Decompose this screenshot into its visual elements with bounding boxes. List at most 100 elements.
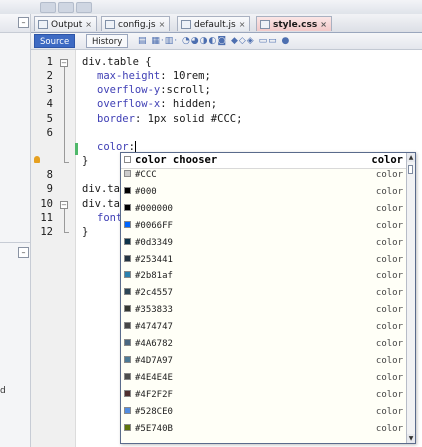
completion-item-type: color bbox=[375, 339, 403, 349]
panel-divider bbox=[0, 242, 30, 243]
completion-item-name: #528CE0 bbox=[135, 406, 173, 417]
scroll-down-arrow-icon[interactable]: ▼ bbox=[407, 434, 415, 443]
history-view-button[interactable]: History bbox=[86, 34, 129, 48]
code-line: border: 1px solid #CCC; bbox=[97, 113, 242, 125]
code-line: overflow-y:scroll; bbox=[97, 84, 211, 96]
color-chooser-icon bbox=[124, 156, 131, 163]
fold-guide-end bbox=[64, 232, 69, 233]
line-number: 10 bbox=[40, 198, 53, 210]
color-swatch-icon bbox=[124, 288, 131, 296]
completion-item[interactable]: #474747 color bbox=[121, 320, 407, 334]
completion-item[interactable]: #000000 color bbox=[121, 202, 407, 216]
color-swatch-icon bbox=[124, 271, 131, 279]
tab-default-js[interactable]: default.js × bbox=[177, 16, 251, 31]
scrollbar-thumb[interactable] bbox=[408, 165, 413, 174]
completion-item-color-chooser[interactable]: color chooser color bbox=[121, 153, 407, 169]
changed-line-marker bbox=[75, 143, 78, 155]
completion-item[interactable]: #2c4557 color bbox=[121, 286, 407, 300]
completion-item[interactable]: #0d3349 color bbox=[121, 236, 407, 250]
code-line: max-height: 10rem; bbox=[97, 70, 211, 82]
tab-style-css[interactable]: style.css × bbox=[256, 16, 332, 31]
line-number: 2 bbox=[46, 70, 53, 82]
editor-view-toolbar: Source History ▤ ▦·▥· ◔◕◑◐◙ ◆◇◈ ▭▭ ● bbox=[31, 33, 422, 50]
color-swatch-icon bbox=[124, 237, 131, 245]
completion-item[interactable]: #4E4E4E color bbox=[121, 371, 407, 385]
completion-item[interactable]: #4A6782 color bbox=[121, 337, 407, 351]
completion-item[interactable]: #253441 color bbox=[121, 253, 407, 267]
panel-text-fragment: d bbox=[0, 386, 6, 396]
line-number: 1 bbox=[46, 56, 53, 68]
completion-item[interactable]: #4D7A97 color bbox=[121, 354, 407, 368]
css-property: border bbox=[97, 113, 135, 125]
left-side-panel: – – d bbox=[0, 14, 31, 447]
tab-config-js[interactable]: config.js × bbox=[101, 16, 171, 31]
color-swatch-icon bbox=[124, 322, 131, 330]
line-number: 12 bbox=[40, 226, 53, 238]
code-line: } bbox=[82, 226, 89, 238]
css-property: overflow-x bbox=[97, 98, 161, 110]
scroll-up-arrow-icon[interactable]: ▲ bbox=[407, 153, 415, 162]
completion-item-type: color bbox=[375, 322, 403, 333]
css-property: overflow-y bbox=[97, 84, 161, 96]
css-file-icon bbox=[260, 20, 270, 29]
completion-item-name: #4A6782 bbox=[135, 339, 173, 349]
code-line: div.table { bbox=[82, 56, 152, 68]
fold-guide bbox=[64, 209, 65, 232]
completion-item[interactable]: #CCC color bbox=[121, 168, 407, 182]
code-line: } bbox=[82, 155, 89, 167]
color-swatch-icon bbox=[124, 389, 131, 397]
close-tab-icon[interactable]: × bbox=[85, 20, 92, 29]
line-number: 6 bbox=[46, 127, 53, 139]
toolbar-button[interactable] bbox=[76, 2, 92, 13]
completion-item-type: color bbox=[375, 372, 403, 383]
js-file-icon bbox=[181, 20, 191, 29]
toolbar-button[interactable] bbox=[58, 2, 74, 13]
tab-output[interactable]: Output × bbox=[34, 16, 97, 31]
css-value: : 1px solid #CCC; bbox=[134, 113, 243, 125]
completion-item[interactable]: #4F2F2F color bbox=[121, 388, 407, 402]
completion-item-type: color bbox=[375, 406, 403, 417]
completion-item-name: #0d3349 bbox=[135, 237, 173, 248]
completion-item-type: color bbox=[375, 271, 403, 282]
editor-tab-bar: Output × config.js × default.js × style.css… bbox=[31, 14, 422, 33]
code-completion-popup[interactable]: color chooser color #CCC color #000 color #00… bbox=[120, 152, 416, 444]
completion-item-type: color bbox=[375, 220, 403, 231]
completion-item[interactable]: #000 color bbox=[121, 185, 407, 199]
editor-action-icons[interactable]: ▤ ▦·▥· ◔◕◑◐◙ ◆◇◈ ▭▭ ● bbox=[138, 35, 290, 47]
completion-item-name: #2b81af bbox=[135, 271, 173, 282]
color-swatch-icon bbox=[124, 372, 131, 380]
output-window-icon bbox=[38, 20, 48, 29]
fold-toggle-icon[interactable]: − bbox=[60, 59, 68, 67]
source-view-button[interactable]: Source bbox=[34, 34, 76, 48]
code-line: div.ta bbox=[82, 183, 120, 195]
fold-guide bbox=[64, 67, 65, 162]
lightbulb-hint-icon[interactable] bbox=[34, 156, 40, 163]
close-tab-icon[interactable]: × bbox=[320, 20, 327, 29]
line-number: 8 bbox=[46, 169, 53, 181]
js-file-icon bbox=[105, 20, 115, 29]
close-tab-icon[interactable]: × bbox=[159, 20, 166, 29]
fold-toggle-icon[interactable]: − bbox=[60, 201, 68, 209]
completion-item-type: color bbox=[375, 237, 403, 248]
minimize-lower-panel-button[interactable]: – bbox=[18, 247, 29, 258]
minimize-panel-button[interactable]: – bbox=[18, 17, 29, 28]
completion-item-name: #353833 bbox=[135, 305, 173, 316]
completion-item[interactable]: #0066FF color bbox=[121, 219, 407, 233]
color-swatch-icon bbox=[124, 254, 131, 262]
code-line: font bbox=[97, 212, 123, 224]
completion-item[interactable]: #528CE0 color bbox=[121, 405, 407, 419]
completion-item-name: #4E4E4E bbox=[135, 372, 173, 383]
popup-scrollbar[interactable]: ▲ ▼ bbox=[406, 153, 415, 443]
completion-item[interactable]: #2b81af color bbox=[121, 269, 407, 283]
completion-item[interactable]: #5E740B color bbox=[121, 422, 407, 436]
tab-label: config.js bbox=[118, 20, 156, 30]
completion-item[interactable]: #353833 color bbox=[121, 303, 407, 317]
completion-item-type: color bbox=[375, 389, 403, 400]
close-tab-icon[interactable]: × bbox=[239, 20, 246, 29]
main-toolbar bbox=[0, 0, 422, 15]
completion-item-name: #5E740B bbox=[135, 423, 173, 434]
completion-item-type: color bbox=[375, 186, 403, 197]
completion-item-type: color bbox=[375, 170, 403, 180]
toolbar-button[interactable] bbox=[40, 2, 56, 13]
completion-item-type: color bbox=[375, 423, 403, 434]
